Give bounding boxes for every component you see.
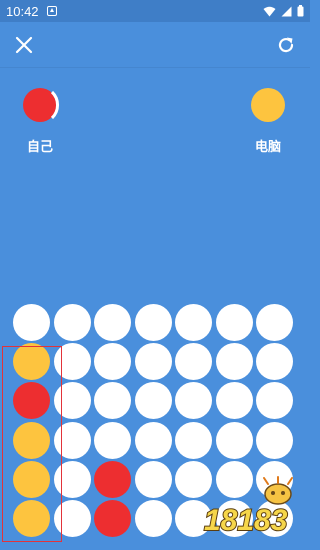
status-time: 10:42 bbox=[6, 3, 39, 19]
player-computer-label: 电脑 bbox=[254, 140, 281, 155]
board-cell-empty[interactable] bbox=[215, 421, 253, 459]
player-self-disc bbox=[23, 88, 59, 122]
watermark-mascot-icon bbox=[263, 476, 293, 505]
player-computer: 电脑 bbox=[238, 88, 298, 155]
board-cell-empty[interactable] bbox=[256, 304, 293, 341]
board-cell-empty[interactable] bbox=[134, 421, 172, 459]
player-computer-disc bbox=[251, 88, 285, 122]
player-self: 自己 bbox=[10, 88, 70, 155]
board-cell-empty[interactable] bbox=[256, 382, 293, 420]
watermark-logo: 18183 bbox=[203, 476, 293, 538]
winning-column-highlight bbox=[2, 346, 62, 542]
board-cell-empty[interactable] bbox=[175, 304, 212, 341]
board-cell-empty[interactable] bbox=[175, 343, 212, 381]
board-cell-red[interactable] bbox=[94, 460, 131, 498]
refresh-icon bbox=[278, 37, 294, 53]
toolbar bbox=[0, 22, 310, 68]
board-cell-empty[interactable] bbox=[215, 343, 253, 381]
board-cell-empty[interactable] bbox=[94, 421, 131, 459]
board-cell-red[interactable] bbox=[94, 500, 131, 537]
board-cell-empty[interactable] bbox=[256, 421, 293, 459]
board-cell-empty[interactable] bbox=[215, 304, 253, 341]
board-cell-empty[interactable] bbox=[134, 304, 172, 341]
restart-button[interactable] bbox=[275, 34, 297, 56]
close-button[interactable] bbox=[13, 34, 35, 56]
signal-icon bbox=[281, 6, 292, 16]
board-cell-empty[interactable] bbox=[215, 382, 253, 420]
board-cell-empty[interactable] bbox=[13, 304, 50, 341]
board-cell-empty[interactable] bbox=[134, 382, 172, 420]
board-cell-empty[interactable] bbox=[175, 421, 212, 459]
close-icon bbox=[15, 36, 33, 54]
player-self-label: 自己 bbox=[26, 140, 53, 155]
status-icons bbox=[263, 5, 304, 17]
board-cell-empty[interactable] bbox=[134, 343, 172, 381]
board-cell-empty[interactable] bbox=[175, 382, 212, 420]
turn-indicator-icon bbox=[50, 90, 59, 120]
wifi-icon bbox=[263, 6, 276, 16]
battery-icon bbox=[297, 5, 304, 17]
board-cell-empty[interactable] bbox=[94, 382, 131, 420]
notification-icon bbox=[46, 6, 57, 16]
status-bar: 10:42 bbox=[0, 0, 310, 22]
board-cell-empty[interactable] bbox=[94, 304, 131, 341]
board-cell-empty[interactable] bbox=[134, 460, 172, 498]
board-cell-empty[interactable] bbox=[256, 343, 293, 381]
board-cell-empty[interactable] bbox=[134, 500, 172, 537]
board-cell-empty[interactable] bbox=[94, 343, 131, 381]
watermark-text: 18183 bbox=[204, 504, 288, 537]
board-cell-empty[interactable] bbox=[53, 304, 91, 341]
